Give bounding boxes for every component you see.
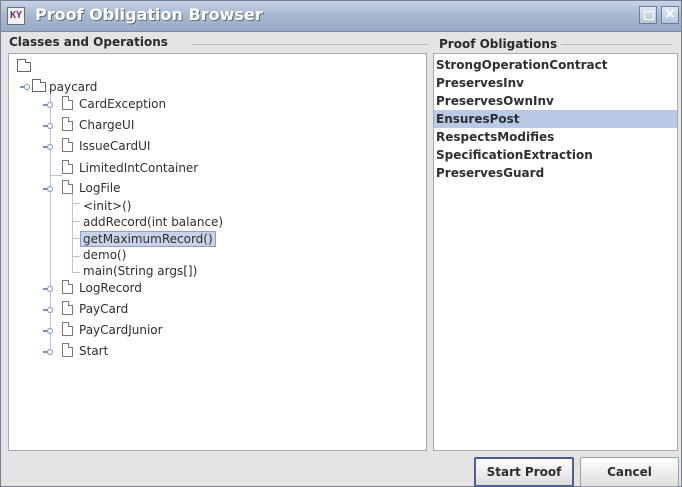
po-item-preservesinv[interactable]: PreservesInv (434, 74, 677, 92)
class-expand-handle-icon[interactable] (43, 143, 53, 151)
tree-item-start[interactable]: Start (79, 344, 108, 358)
po-item-preservesguard[interactable]: PreservesGuard (434, 164, 677, 182)
start-proof-button[interactable]: Start Proof (474, 457, 574, 487)
po-item-respectsmodifies[interactable]: RespectsModifies (434, 128, 677, 146)
maximize-icon (644, 11, 654, 20)
tree-item-paycardjunior[interactable]: PayCardJunior (79, 323, 163, 337)
tree-item-chargeui[interactable]: ChargeUI (79, 118, 134, 132)
left-group-divider (191, 44, 428, 45)
tree-item-method-demo[interactable]: demo() (83, 248, 126, 262)
class-file-icon (62, 117, 73, 131)
class-expand-handle-icon[interactable] (43, 122, 53, 130)
proof-obligations-list[interactable]: StrongOperationContract PreservesInv Pre… (433, 53, 678, 451)
tree-branch-main (72, 272, 80, 273)
class-expand-handle-icon[interactable] (43, 306, 53, 314)
tree-branch-demo (72, 256, 80, 257)
tree-item-method-getmaximumrecord[interactable]: getMaximumRecord() (80, 231, 216, 247)
class-file-icon (62, 138, 73, 152)
tree-item-method-addrecord[interactable]: addRecord(int balance) (83, 215, 223, 229)
class-file-icon (62, 180, 73, 194)
class-expand-handle-icon[interactable] (43, 285, 53, 293)
close-icon: × (664, 6, 676, 22)
root-folder-icon (17, 59, 31, 72)
tree-item-paycard-class[interactable]: PayCard (79, 302, 128, 316)
class-file-icon (62, 301, 73, 315)
tree-branch-limitedintcontainer (50, 175, 62, 176)
proof-obligation-browser-window: KY Proof Obligation Browser × Classes an… (0, 0, 682, 487)
package-folder-icon (32, 79, 46, 92)
window-title: Proof Obligation Browser (35, 5, 263, 24)
class-file-icon (62, 343, 73, 357)
tree-item-paycard[interactable]: paycard (49, 80, 97, 94)
po-item-specificationextraction[interactable]: SpecificationExtraction (434, 146, 677, 164)
app-icon: KY (7, 7, 25, 25)
class-expand-handle-icon[interactable] (43, 101, 53, 109)
classes-operations-tree[interactable]: paycard CardException ChargeUI IssueCard… (8, 53, 427, 451)
tree-guide-logfile (72, 189, 73, 273)
tree-item-method-init[interactable]: <init>() (83, 199, 131, 213)
tree-item-cardexception[interactable]: CardException (79, 97, 166, 111)
class-file-icon (62, 280, 73, 294)
tree-branch-getmaximumrecord (72, 238, 80, 239)
cancel-button[interactable]: Cancel (580, 457, 679, 487)
tree-item-logfile[interactable]: LogFile (79, 181, 121, 195)
tree-item-issuecardui[interactable]: IssueCardUI (79, 139, 150, 153)
class-file-icon (62, 96, 73, 110)
maximize-button[interactable] (639, 6, 657, 24)
classes-and-operations-label: Classes and Operations (9, 35, 168, 49)
po-item-strongoperationcontract[interactable]: StrongOperationContract (434, 56, 677, 74)
tree-branch-init (72, 203, 80, 204)
class-expand-handle-icon[interactable] (43, 348, 53, 356)
tree-guide-package (50, 93, 51, 355)
tree-item-logrecord[interactable]: LogRecord (79, 281, 142, 295)
proof-obligations-label: Proof Obligations (439, 37, 558, 51)
po-item-preservesowninv[interactable]: PreservesOwnInv (434, 92, 677, 110)
class-file-icon (62, 160, 73, 174)
tree-branch-addrecord (72, 221, 80, 222)
right-group-divider (561, 44, 673, 45)
close-button[interactable]: × (661, 6, 679, 24)
tree-item-method-main[interactable]: main(String args[]) (83, 264, 197, 278)
title-bar[interactable]: KY Proof Obligation Browser × (1, 1, 681, 32)
logfile-collapse-handle-icon[interactable] (43, 185, 53, 193)
package-expand-handle-icon[interactable] (20, 83, 30, 91)
class-expand-handle-icon[interactable] (43, 327, 53, 335)
po-item-ensurespost[interactable]: EnsuresPost (434, 110, 677, 128)
class-file-icon (62, 322, 73, 336)
tree-item-limitedintcontainer[interactable]: LimitedIntContainer (79, 161, 198, 175)
